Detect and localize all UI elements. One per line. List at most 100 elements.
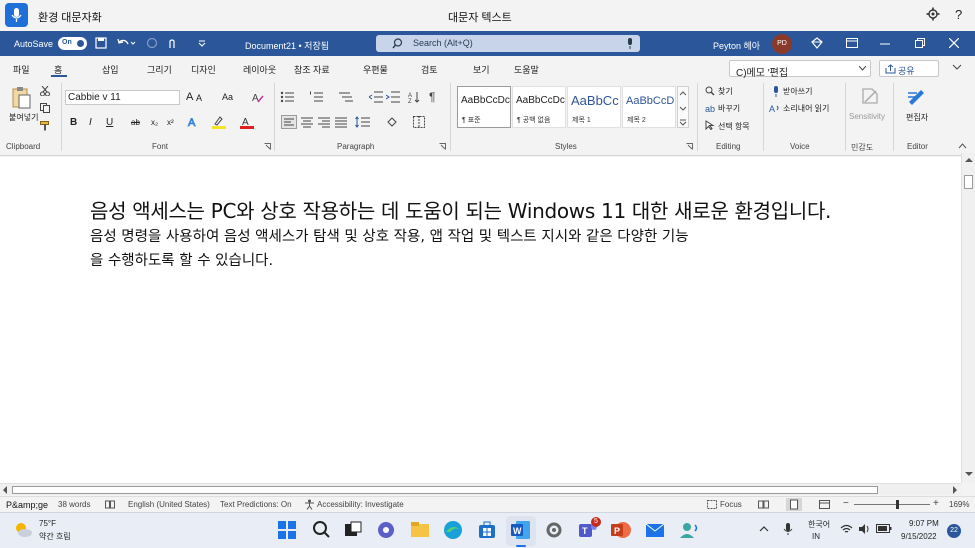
bullets-icon[interactable]	[280, 91, 296, 103]
wifi-icon[interactable]	[840, 524, 853, 534]
zoom-level[interactable]: 169%	[949, 500, 969, 509]
ribbon-collapse-icon[interactable]	[952, 62, 962, 72]
scroll-right-icon[interactable]	[952, 486, 958, 494]
ribbon-display-icon[interactable]	[846, 38, 858, 48]
align-center-icon[interactable]	[300, 116, 314, 128]
dialog-launcher-icon[interactable]	[264, 143, 271, 150]
comments-button[interactable]: C)메모 '편집	[729, 60, 871, 79]
redo-icon[interactable]	[146, 37, 158, 49]
zoom-slider[interactable]	[854, 504, 930, 505]
replace-button[interactable]: 바꾸기	[718, 103, 740, 114]
scroll-up-icon[interactable]	[965, 157, 973, 163]
input-region[interactable]: IN	[812, 532, 820, 541]
tab-view[interactable]: 보기	[473, 63, 490, 76]
style-normal[interactable]: AaBbCcDc ¶ 표준	[457, 86, 511, 128]
search-box[interactable]: Search (Alt+Q)	[376, 35, 640, 52]
notification-count-badge[interactable]: 22	[947, 524, 961, 538]
scroll-down-icon[interactable]	[965, 471, 973, 477]
scrollbar-thumb[interactable]	[964, 175, 973, 189]
text-effects-icon[interactable]: A	[187, 115, 201, 129]
sensitivity-button[interactable]: Sensitivity	[849, 112, 885, 121]
accessibility-status[interactable]: Accessibility: Investigate	[317, 500, 404, 509]
read-aloud-icon[interactable]: A	[769, 103, 781, 113]
clear-formatting-icon[interactable]: A	[252, 91, 264, 103]
avatar[interactable]: PD	[772, 34, 792, 54]
autosave-toggle[interactable]: On	[58, 37, 87, 50]
paste-button[interactable]: 붙여넣기	[9, 112, 38, 123]
tab-mailings[interactable]: 우편물	[363, 63, 388, 76]
show-formatting-icon[interactable]: ¶	[429, 90, 435, 104]
focus-button[interactable]: Focus	[720, 500, 742, 509]
editor-button[interactable]: 편집자	[906, 112, 928, 123]
clock-date[interactable]: 9/15/2022	[901, 532, 937, 541]
search-icon[interactable]	[310, 519, 332, 541]
task-view-icon[interactable]	[342, 519, 364, 541]
mail-icon[interactable]	[644, 519, 666, 541]
weather-description[interactable]: 약간 흐림	[39, 531, 71, 542]
edge-icon[interactable]	[442, 519, 464, 541]
language-status[interactable]: English (United States)	[128, 500, 210, 509]
numbering-icon[interactable]	[309, 91, 325, 103]
windows-start-icon[interactable]	[276, 519, 298, 541]
voice-access-app-icon[interactable]	[678, 519, 700, 541]
battery-icon[interactable]	[876, 524, 892, 533]
style-no-spacing[interactable]: AaBbCcDc ¶ 공백 없음	[512, 86, 566, 128]
weather-temperature[interactable]: 75°F	[39, 519, 56, 528]
increase-indent-icon[interactable]	[386, 91, 400, 103]
shading-icon[interactable]	[386, 116, 400, 128]
document-text-line[interactable]: 음성 액세스는 PC와 상호 작용하는 데 도움이 되는 Windows 11 …	[90, 195, 831, 224]
replace-icon[interactable]: ab	[705, 103, 716, 113]
tab-layout[interactable]: 레이아웃	[243, 63, 276, 76]
clock-time[interactable]: 9:07 PM	[909, 519, 939, 528]
dictate-button[interactable]: 받아쓰기	[783, 86, 812, 97]
read-mode-icon[interactable]	[758, 500, 769, 509]
zoom-out-button[interactable]: −	[843, 498, 849, 509]
line-spacing-icon[interactable]	[355, 116, 371, 128]
microphone-icon[interactable]	[626, 38, 634, 49]
editor-icon[interactable]	[906, 85, 928, 107]
document-page[interactable]: 음성 액세스는 PC와 상호 작용하는 데 도움이 되는 Windows 11 …	[0, 157, 961, 483]
zoom-slider-thumb[interactable]	[896, 500, 899, 509]
shrink-font-button[interactable]: A	[196, 93, 202, 103]
share-button[interactable]: 공유	[879, 60, 939, 77]
help-button[interactable]: ?	[955, 7, 962, 22]
highlight-color-icon[interactable]	[212, 115, 226, 129]
tab-references[interactable]: 참조 자료	[294, 63, 330, 76]
subscript-button[interactable]: x₂	[151, 118, 158, 127]
format-painter-icon[interactable]	[40, 121, 50, 131]
tab-file[interactable]: 파일	[13, 63, 30, 76]
underline-button[interactable]: U	[106, 117, 113, 128]
align-right-icon[interactable]	[317, 116, 331, 128]
microphone-icon[interactable]	[783, 522, 793, 536]
touch-mode-icon[interactable]	[166, 37, 182, 49]
select-icon[interactable]	[705, 120, 715, 130]
find-button[interactable]: 찾기	[718, 86, 733, 97]
proofing-book-icon[interactable]	[105, 500, 115, 509]
page-indicator[interactable]: P&amp;ge	[6, 500, 48, 510]
weather-icon[interactable]	[12, 520, 34, 540]
word-count[interactable]: 38 words	[58, 500, 90, 509]
input-language[interactable]: 한국어	[808, 519, 830, 530]
style-heading-2[interactable]: AaBbCcD 제목 2	[622, 86, 676, 128]
volume-icon[interactable]	[858, 523, 871, 535]
change-case-button[interactable]: Aa	[222, 92, 233, 102]
read-aloud-button[interactable]: 소리내어 읽기	[783, 103, 829, 114]
web-layout-icon[interactable]	[819, 500, 830, 509]
italic-button[interactable]: I	[89, 117, 92, 128]
multilevel-list-icon[interactable]	[338, 91, 354, 103]
word-icon[interactable]: W	[510, 519, 532, 541]
superscript-button[interactable]: x²	[167, 118, 174, 127]
restore-icon[interactable]	[915, 38, 925, 48]
close-icon[interactable]	[949, 38, 959, 48]
tab-review[interactable]: 검토	[421, 63, 438, 76]
ribbon-collapse-arrow-icon[interactable]	[958, 143, 967, 149]
document-text-line[interactable]: 을 수행하도록 할 수 있습니다.	[90, 249, 273, 270]
sort-icon[interactable]: AZ	[408, 91, 420, 103]
styles-gallery-scroll[interactable]	[677, 86, 689, 128]
paste-icon[interactable]	[10, 86, 32, 110]
zoom-in-button[interactable]: +	[933, 498, 939, 509]
chevron-up-icon[interactable]	[759, 525, 769, 533]
horizontal-scrollbar[interactable]	[0, 483, 961, 495]
tab-design[interactable]: 디자인	[191, 63, 216, 76]
bold-button[interactable]: B	[70, 117, 77, 128]
